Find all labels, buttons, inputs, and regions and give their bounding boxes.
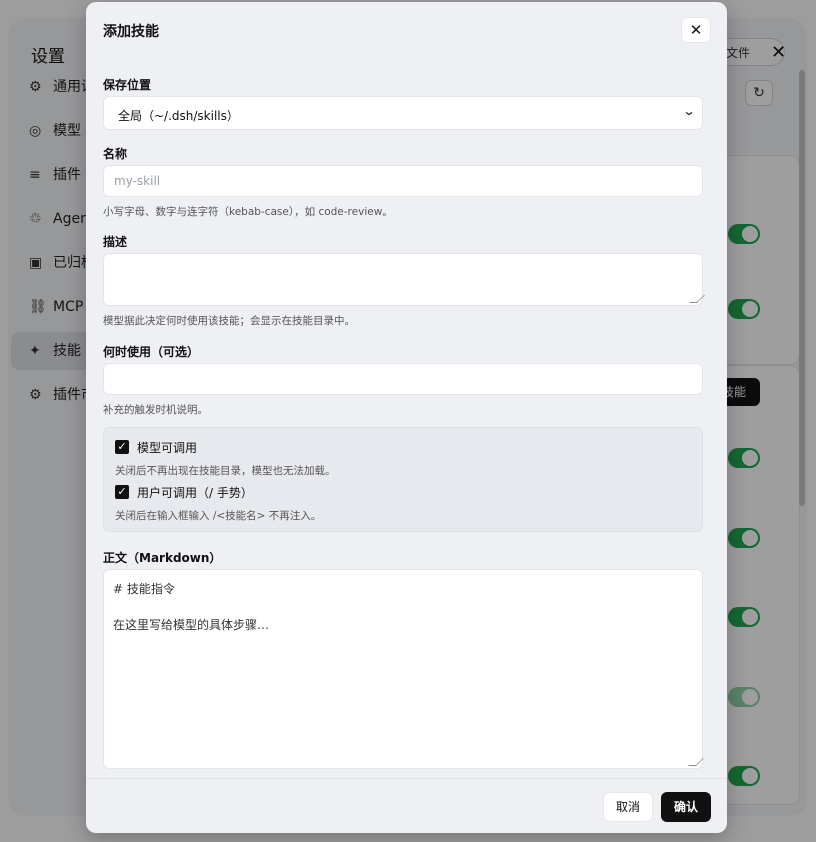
toggle-switch[interactable] — [728, 607, 760, 627]
gear-icon: ⚙ — [29, 79, 42, 95]
dialog-body: 保存位置 全局（~/.dsh/skills） ⌄ 名称 小写字母、数字与连字符（… — [86, 58, 727, 778]
user-invocable-hint: 关闭后在输入框输入 /<技能名> 不再注入。 — [115, 510, 322, 522]
editor-line: 在这里写给模型的具体步骤… — [113, 618, 270, 632]
name-hint: 小写字母、数字与连字符（kebab-case），如 code-review。 — [103, 206, 393, 218]
editor-line: # 技能指令 — [113, 582, 175, 596]
sparkle-icon: ✦ — [29, 343, 41, 359]
open-file-label: 文件 — [726, 46, 751, 60]
invocation-options-panel: ✓ 模型可调用 关闭后不再出现在技能目录，模型也无法加载。 ✓ 用户可调用（/ … — [103, 427, 703, 532]
archive-icon: ▣ — [29, 255, 43, 271]
sidebar-item-label: 模型 — [53, 123, 81, 139]
cancel-button[interactable]: 取消 — [603, 792, 653, 822]
sliders-icon: ≡ — [29, 167, 41, 183]
resize-handle-icon[interactable] — [688, 758, 704, 766]
user-invocable-checkbox[interactable]: ✓ — [115, 485, 129, 499]
user-invocable-label: 用户可调用（/ 手势） — [137, 486, 253, 500]
agent-icon: ♲ — [29, 211, 42, 227]
model-invocable-hint: 关闭后不再出现在技能目录，模型也无法加载。 — [115, 465, 336, 477]
dialog-footer: 取消 确认 — [86, 778, 727, 833]
database-icon: ◎ — [29, 123, 42, 139]
name-label: 名称 — [103, 147, 128, 161]
when-to-use-label: 何时使用（可选） — [103, 345, 200, 359]
gear-icon: ⚙ — [29, 387, 42, 403]
name-input[interactable] — [103, 165, 703, 197]
description-textarea[interactable] — [103, 253, 703, 306]
toggle-switch[interactable] — [728, 687, 760, 707]
toggle-switch[interactable] — [728, 766, 760, 786]
save-location-value: 全局（~/.dsh/skills） — [118, 109, 239, 123]
dialog-header: 添加技能 ✕ — [86, 2, 727, 58]
sidebar-item-label: MCP — [53, 299, 84, 315]
description-label: 描述 — [103, 235, 128, 249]
toggle-switch[interactable] — [728, 528, 760, 548]
when-to-use-hint: 补充的触发时机说明。 — [103, 404, 208, 416]
body-markdown-editor[interactable]: # 技能指令 在这里写给模型的具体步骤… — [103, 569, 704, 769]
save-location-select[interactable]: 全局（~/.dsh/skills） ⌄ — [103, 96, 703, 130]
chevron-down-icon: ⌄ — [682, 104, 696, 118]
link-icon: ⛓ — [29, 299, 47, 315]
settings-close-icon[interactable]: ✕ — [771, 42, 786, 63]
body-label: 正文（Markdown） — [103, 551, 222, 565]
description-hint: 模型据此决定何时使用该技能；会显示在技能目录中。 — [103, 315, 355, 327]
refresh-icon[interactable]: ↻ — [745, 80, 773, 106]
scrollbar[interactable] — [799, 70, 805, 506]
model-invocable-checkbox[interactable]: ✓ — [115, 440, 129, 454]
dialog-title: 添加技能 — [103, 24, 159, 40]
settings-title: 设置 — [31, 47, 65, 67]
when-to-use-input[interactable] — [103, 363, 703, 395]
close-icon[interactable]: ✕ — [681, 17, 711, 43]
add-skill-dialog: 添加技能 ✕ 保存位置 全局（~/.dsh/skills） ⌄ 名称 小写字母、… — [86, 2, 727, 833]
sidebar-item-label: 插件 — [53, 167, 81, 183]
toggle-switch[interactable] — [728, 224, 760, 244]
confirm-button[interactable]: 确认 — [661, 792, 711, 822]
sidebar-item-label: 技能 — [53, 343, 81, 359]
toggle-switch[interactable] — [728, 299, 760, 319]
model-invocable-label: 模型可调用 — [137, 441, 198, 455]
save-location-label: 保存位置 — [103, 78, 152, 92]
toggle-switch[interactable] — [728, 448, 760, 468]
